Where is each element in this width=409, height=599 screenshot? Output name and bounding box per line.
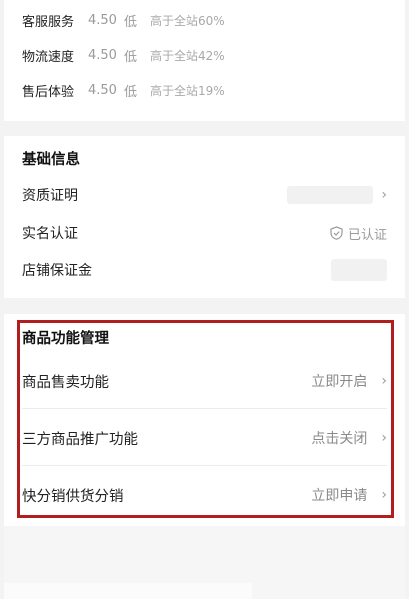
rating-compare: 高于全站60%: [150, 13, 225, 28]
rating-label: 物流速度: [22, 49, 75, 65]
rating-level: 低: [124, 49, 138, 65]
bottom-area: [4, 526, 405, 599]
realname-status: 已认证: [330, 224, 387, 243]
function-row-third-party-promotion[interactable]: 三方商品推广功能 点击关闭 ›: [22, 409, 387, 467]
basic-info-title: 基础信息: [22, 152, 80, 168]
rating-level: 低: [124, 84, 138, 100]
deposit-blurred-value: [331, 259, 387, 281]
rating-label: 售后体验: [22, 84, 75, 100]
rating-row-logistics: 物流速度 4.50 低 高于全站42%: [22, 44, 225, 66]
rating-level: 低: [124, 14, 138, 30]
rating-row-customer-service: 客服服务 4.50 低 高于全站60%: [22, 9, 225, 31]
function-action[interactable]: 立即开启: [311, 371, 367, 391]
basic-info-card: 基础信息 资质证明 › 实名认证 已认证 店铺保证金: [4, 136, 405, 298]
rating-compare: 高于全站42%: [150, 48, 225, 63]
qualification-label: 资质证明: [22, 188, 78, 204]
bottom-bar: [4, 583, 252, 599]
shield-check-icon: [330, 226, 343, 240]
realname-label: 实名认证: [22, 226, 78, 242]
function-label: 快分销供货分销: [22, 488, 124, 505]
chevron-right-icon: ›: [381, 430, 387, 446]
chevron-right-icon: ›: [381, 487, 387, 503]
realname-status-text: 已认证: [347, 227, 387, 243]
rating-row-after-sales: 售后体验 4.50 低 高于全站19%: [22, 79, 225, 101]
qualification-blurred-value: [287, 186, 374, 204]
product-function-card: 商品功能管理 商品售卖功能 立即开启 › 三方商品推广功能 点击关闭 › 快分销…: [4, 314, 405, 526]
function-label: 商品售卖功能: [22, 374, 109, 391]
chevron-right-icon: ›: [381, 187, 387, 203]
realname-row: 实名认证 已认证: [22, 220, 387, 246]
function-action[interactable]: 点击关闭: [311, 428, 367, 448]
product-function-title: 商品功能管理: [22, 331, 109, 347]
store-rating-card: 客服服务 4.50 低 高于全站60% 物流速度 4.50 低 高于全站42% …: [4, 0, 405, 121]
rating-score: 4.50: [88, 82, 117, 98]
rating-score: 4.50: [88, 12, 117, 28]
qualification-row[interactable]: 资质证明 ›: [22, 182, 387, 208]
function-row-product-sales[interactable]: 商品售卖功能 立即开启 ›: [22, 352, 387, 410]
deposit-label: 店铺保证金: [22, 263, 92, 279]
function-action[interactable]: 立即申请: [311, 485, 367, 505]
function-label: 三方商品推广功能: [22, 431, 138, 448]
rating-score: 4.50: [88, 47, 117, 63]
deposit-row[interactable]: 店铺保证金: [22, 257, 387, 283]
chevron-right-icon: ›: [381, 373, 387, 389]
rating-label: 客服服务: [22, 14, 75, 30]
rating-compare: 高于全站19%: [150, 83, 225, 98]
function-row-distribution-supply[interactable]: 快分销供货分销 立即申请 ›: [22, 466, 387, 524]
